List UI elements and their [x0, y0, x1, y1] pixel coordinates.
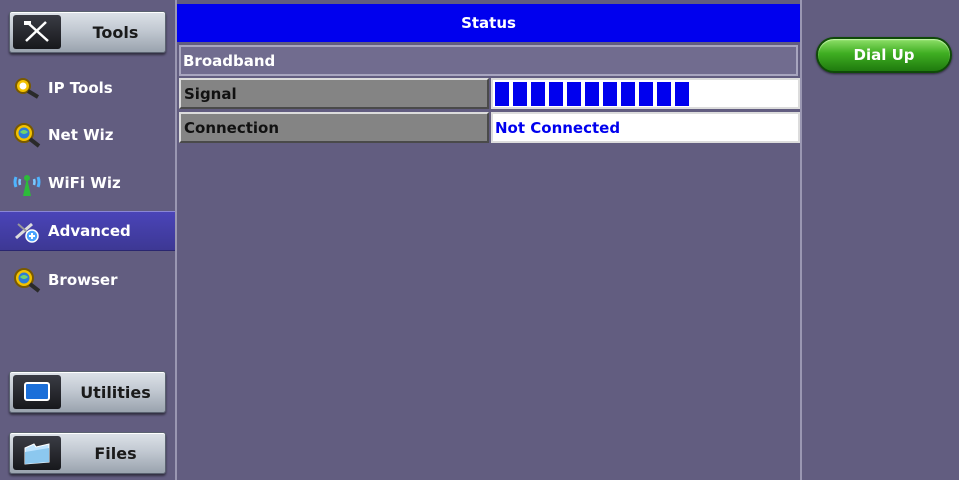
page-title: Status	[177, 4, 800, 42]
sidebar-item-net-wiz[interactable]: Net Wiz	[0, 115, 175, 155]
signal-bar	[639, 81, 653, 106]
connection-label: Connection	[179, 112, 489, 143]
connection-value-cell: Not Connected	[491, 112, 800, 143]
signal-bar	[675, 81, 689, 106]
tools-label: Tools	[92, 22, 139, 42]
browser-globe-icon	[10, 265, 44, 295]
signal-bar	[657, 81, 671, 106]
monitor-icon	[13, 375, 61, 409]
tools-icon	[13, 15, 61, 49]
table-row: Connection Not Connected	[179, 112, 800, 143]
sidebar-item-browser[interactable]: Browser	[0, 260, 175, 300]
wifi-antenna-icon	[10, 168, 44, 198]
signal-bar	[567, 81, 581, 106]
advanced-tool-icon	[10, 216, 44, 246]
signal-bar	[495, 81, 509, 106]
folder-icon	[13, 436, 61, 470]
sidebar-item-label: Browser	[48, 271, 118, 289]
signal-bar	[621, 81, 635, 106]
right-panel: Dial Up	[802, 0, 959, 480]
sidebar-item-label: Net Wiz	[48, 126, 114, 144]
sidebar-item-wifi-wiz[interactable]: WiFi Wiz	[0, 163, 175, 203]
sidebar-item-label: Advanced	[48, 222, 131, 240]
sidebar-item-advanced[interactable]: Advanced	[0, 211, 175, 251]
signal-bar	[549, 81, 563, 106]
files-button[interactable]: Files	[9, 432, 166, 474]
table-row: Signal	[179, 78, 800, 109]
signal-label: Signal	[179, 78, 489, 109]
section-header-broadband: Broadband	[179, 45, 798, 76]
sidebar: Tools IP Tools Net Wiz WiFi Wiz Advanced…	[0, 0, 175, 480]
utilities-label: Utilities	[80, 382, 151, 402]
signal-bars	[495, 81, 689, 106]
signal-bar	[531, 81, 545, 106]
signal-bar	[513, 81, 527, 106]
signal-bar	[585, 81, 599, 106]
sidebar-item-ip-tools[interactable]: IP Tools	[0, 68, 175, 108]
status-panel: Status Broadband Signal Connection Not C…	[175, 0, 802, 480]
tools-button[interactable]: Tools	[9, 11, 166, 53]
magnifier-globe-icon	[10, 120, 44, 150]
magnifier-icon	[10, 73, 44, 103]
signal-meter	[491, 78, 800, 109]
dial-up-button[interactable]: Dial Up	[816, 37, 952, 73]
connection-status: Not Connected	[495, 118, 621, 137]
sidebar-item-label: WiFi Wiz	[48, 174, 121, 192]
files-label: Files	[94, 443, 137, 463]
signal-bar	[603, 81, 617, 106]
sidebar-item-label: IP Tools	[48, 79, 113, 97]
utilities-button[interactable]: Utilities	[9, 371, 166, 413]
